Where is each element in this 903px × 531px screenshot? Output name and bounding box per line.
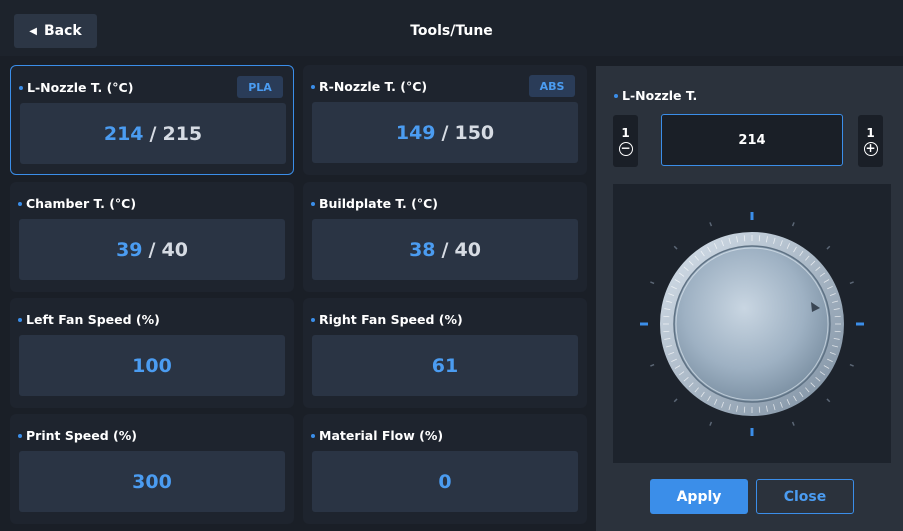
left-fan-label: Left Fan Speed (%) <box>18 312 160 327</box>
l-nozzle-label: L-Nozzle T. (°C) <box>19 80 133 95</box>
material-badge-abs: ABS <box>529 75 575 97</box>
dial-minor-tick <box>791 421 795 426</box>
dial-rim-tick <box>743 235 746 242</box>
chamber-card[interactable]: Chamber T. (°C) 39/40 <box>10 182 294 292</box>
bullet-dot-icon <box>311 201 315 206</box>
l-nozzle-value-box: 214/215 <box>20 103 286 164</box>
material-badge-pla: PLA <box>237 76 283 98</box>
rotary-dial-icon[interactable] <box>613 184 891 463</box>
dial-minor-tick <box>849 363 854 367</box>
close-button[interactable]: Close <box>756 479 854 514</box>
dial-minor-tick <box>650 363 655 367</box>
plus-circle-icon: + <box>863 141 878 156</box>
print-speed-value-box: 300 <box>19 451 285 512</box>
decrement-step: 1 <box>621 126 630 140</box>
back-button-label: Back <box>43 23 82 39</box>
right-fan-label-text: Right Fan Speed (%) <box>319 312 463 327</box>
value-separator: / <box>148 238 156 261</box>
bullet-dot-icon <box>18 317 22 322</box>
right-fan-value: 61 <box>431 354 459 377</box>
panel-label-text: L-Nozzle T. <box>622 88 698 103</box>
increment-step: 1 <box>866 126 875 140</box>
bullet-dot-icon <box>311 84 315 89</box>
dial-rim-tick <box>663 330 670 333</box>
back-triangle-icon: ◀ <box>29 25 37 37</box>
r-nozzle-label: R-Nozzle T. (°C) <box>311 79 427 94</box>
right-fan-label: Right Fan Speed (%) <box>311 312 463 327</box>
dial-minor-tick <box>673 245 678 250</box>
value-separator: / <box>441 238 449 261</box>
bullet-dot-icon <box>19 85 23 90</box>
left-fan-card[interactable]: Left Fan Speed (%) 100 <box>10 298 294 408</box>
buildplate-card[interactable]: Buildplate T. (°C) 38/40 <box>303 182 587 292</box>
chamber-value-box: 39/40 <box>19 219 285 280</box>
print-speed-value: 300 <box>132 470 172 493</box>
bullet-dot-icon <box>311 317 315 322</box>
increment-button[interactable]: 1 + <box>858 115 883 167</box>
dial-rim-tick <box>834 330 841 333</box>
dial-rim-tick <box>834 315 841 318</box>
buildplate-value-box: 38/40 <box>312 219 578 280</box>
dial-rim-tick <box>743 406 746 413</box>
print-speed-card[interactable]: Print Speed (%) 300 <box>10 414 294 524</box>
dial-minor-tick <box>650 281 655 285</box>
r-nozzle-target: 150 <box>454 121 495 144</box>
chamber-label-text: Chamber T. (°C) <box>26 196 137 211</box>
chamber-current: 39 <box>116 238 143 261</box>
buildplate-current: 38 <box>409 238 436 261</box>
back-button[interactable]: ◀ Back <box>14 14 97 48</box>
dial-minor-tick <box>849 281 854 285</box>
l-nozzle-current: 214 <box>103 122 144 145</box>
left-fan-value-box: 100 <box>19 335 285 396</box>
dial-rim-tick <box>758 406 761 413</box>
dial-minor-tick <box>709 222 713 227</box>
minus-circle-icon: − <box>618 141 633 156</box>
right-fan-value-box: 61 <box>312 335 578 396</box>
r-nozzle-value-box: 149/150 <box>312 102 578 163</box>
buildplate-target: 40 <box>454 238 481 261</box>
bullet-dot-icon <box>18 433 22 438</box>
value-separator: / <box>441 121 449 144</box>
right-fan-card[interactable]: Right Fan Speed (%) 61 <box>303 298 587 408</box>
r-nozzle-current: 149 <box>395 121 436 144</box>
value-input[interactable] <box>661 114 843 166</box>
chamber-target: 40 <box>161 238 188 261</box>
buildplate-label-text: Buildplate T. (°C) <box>319 196 438 211</box>
material-flow-card[interactable]: Material Flow (%) 0 <box>303 414 587 524</box>
bullet-dot-icon <box>18 201 22 206</box>
l-nozzle-label-text: L-Nozzle T. (°C) <box>27 80 134 95</box>
left-fan-label-text: Left Fan Speed (%) <box>26 312 160 327</box>
buildplate-label: Buildplate T. (°C) <box>311 196 438 211</box>
decrement-button[interactable]: 1 − <box>613 115 638 167</box>
dial-area <box>613 184 891 463</box>
dial-rim-tick <box>663 315 670 318</box>
material-flow-label: Material Flow (%) <box>311 428 443 443</box>
l-nozzle-card[interactable]: L-Nozzle T. (°C) PLA 214/215 <box>10 65 294 175</box>
dial-minor-tick <box>709 421 713 426</box>
dial-minor-tick <box>826 245 831 250</box>
value-separator: / <box>149 122 157 145</box>
print-speed-label: Print Speed (%) <box>18 428 137 443</box>
r-nozzle-card[interactable]: R-Nozzle T. (°C) ABS 149/150 <box>303 65 587 175</box>
material-flow-label-text: Material Flow (%) <box>319 428 444 443</box>
apply-button[interactable]: Apply <box>650 479 748 514</box>
dial-minor-tick <box>826 398 831 403</box>
material-flow-value: 0 <box>438 470 452 493</box>
dial-minor-tick <box>791 222 795 227</box>
dial-rim-tick <box>758 235 761 242</box>
panel-label: L-Nozzle T. <box>614 88 697 103</box>
page-title: Tools/Tune <box>410 23 493 39</box>
l-nozzle-target: 215 <box>162 122 203 145</box>
bullet-dot-icon <box>614 93 618 98</box>
dial-knob <box>673 245 831 403</box>
dial-minor-tick <box>673 398 678 403</box>
left-fan-value: 100 <box>132 354 172 377</box>
print-speed-label-text: Print Speed (%) <box>26 428 137 443</box>
bullet-dot-icon <box>311 433 315 438</box>
material-flow-value-box: 0 <box>312 451 578 512</box>
chamber-label: Chamber T. (°C) <box>18 196 136 211</box>
r-nozzle-label-text: R-Nozzle T. (°C) <box>319 79 428 94</box>
